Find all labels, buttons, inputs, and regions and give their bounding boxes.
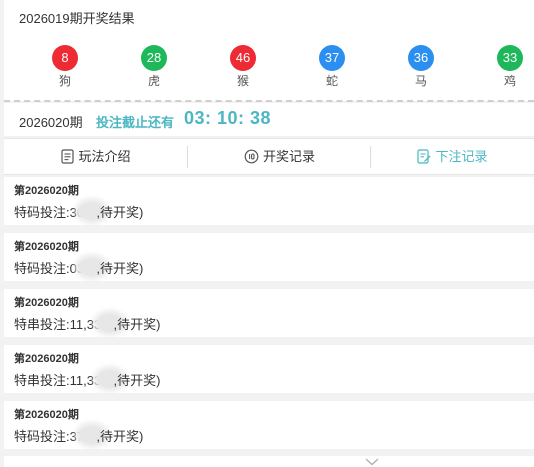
bet-record-item[interactable]: 第2026020期 特串投注:11,33( ,待开奖) <box>4 345 534 393</box>
record-issue: 第2026020期 <box>14 241 79 253</box>
current-issue: 2026020期 <box>19 115 83 130</box>
record-bet-text: 特码投注:37( <box>14 429 89 444</box>
record-status: ,待开奖) <box>113 373 161 388</box>
draw-results-title: 2026019期开奖结果 <box>19 11 135 26</box>
result-ball: 8 <box>52 45 78 71</box>
tab-draw-history[interactable]: 开奖记录 <box>188 139 371 175</box>
rules-doc-icon <box>61 149 75 164</box>
bet-countdown-bar: 2026020期 投注截止还有 03: 10: 38 <box>4 103 534 136</box>
history-clock-icon <box>244 149 259 164</box>
result-zodiac: 虎 <box>147 74 160 88</box>
bet-record-item[interactable]: 第2026020期 特码投注:03( ,待开奖) <box>4 233 534 281</box>
tab-rules[interactable]: 玩法介绍 <box>4 139 188 175</box>
draw-results-panel: 2026019期开奖结果 8 狗 28 虎 46 猴 37 蛇 36 马 33 … <box>4 0 534 101</box>
result-zodiac: 猴 <box>236 74 249 88</box>
record-detail: 特串投注:11,33( ,待开奖) <box>14 314 160 333</box>
tab-bar: 玩法介绍 开奖记录 下注记录 <box>4 138 534 175</box>
record-detail: 特串投注:11,33( ,待开奖) <box>14 370 160 389</box>
record-issue: 第2026020期 <box>14 353 79 365</box>
result-zodiac: 马 <box>414 74 427 88</box>
result-ball: 37 <box>319 45 345 71</box>
result-ball-item: 37 蛇 <box>312 45 352 88</box>
result-ball: 28 <box>141 45 167 71</box>
record-status: ,待开奖) <box>96 205 144 220</box>
result-zodiac: 鸡 <box>503 74 516 88</box>
bet-record-item[interactable]: 第2026020期 特码投注:30( ,待开奖) <box>4 177 534 225</box>
load-more-area[interactable] <box>4 456 534 467</box>
record-status: ,待开奖) <box>96 261 144 276</box>
tab-rules-label: 玩法介绍 <box>78 149 131 164</box>
record-status: ,待开奖) <box>113 317 161 332</box>
result-ball-item: 46 猴 <box>223 45 263 88</box>
record-detail: 特码投注:37( ,待开奖) <box>14 426 143 445</box>
result-ball-item: 28 虎 <box>134 45 174 88</box>
bet-record-icon <box>417 149 431 164</box>
result-ball: 36 <box>408 45 434 71</box>
tab-draw-history-label: 开奖记录 <box>262 149 315 164</box>
record-detail: 特码投注:03( ,待开奖) <box>14 258 143 277</box>
dashed-divider <box>4 100 534 102</box>
record-bet-text: 特码投注:03( <box>14 261 89 276</box>
countdown-timer: 03: 10: 38 <box>184 108 272 128</box>
record-issue: 第2026020期 <box>14 297 79 309</box>
result-ball-item: 8 狗 <box>45 45 85 88</box>
tab-bet-records[interactable]: 下注记录 <box>371 139 534 175</box>
record-bet-text: 特串投注:11,33( <box>14 317 106 332</box>
bet-record-item[interactable]: 第2026020期 特串投注:11,33( ,待开奖) <box>4 289 534 337</box>
record-bet-text: 特码投注:30( <box>14 205 89 220</box>
countdown-label: 投注截止还有 <box>96 115 175 130</box>
result-ball: 33 <box>497 45 523 71</box>
result-zodiac: 蛇 <box>325 74 338 88</box>
tab-bet-records-label: 下注记录 <box>435 149 488 164</box>
record-issue: 第2026020期 <box>14 409 79 421</box>
result-zodiac: 狗 <box>58 74 71 88</box>
result-ball-item: 36 马 <box>401 45 441 88</box>
record-status: ,待开奖) <box>96 429 144 444</box>
bet-record-item[interactable]: 第2026020期 特码投注:37( ,待开奖) <box>4 401 534 449</box>
record-bet-text: 特串投注:11,33( <box>14 373 106 388</box>
record-issue: 第2026020期 <box>14 185 79 197</box>
result-ball-item: 33 鸡 <box>490 45 530 88</box>
record-detail: 特码投注:30( ,待开奖) <box>14 202 143 221</box>
result-ball: 46 <box>230 45 256 71</box>
chevron-down-icon <box>365 458 379 466</box>
